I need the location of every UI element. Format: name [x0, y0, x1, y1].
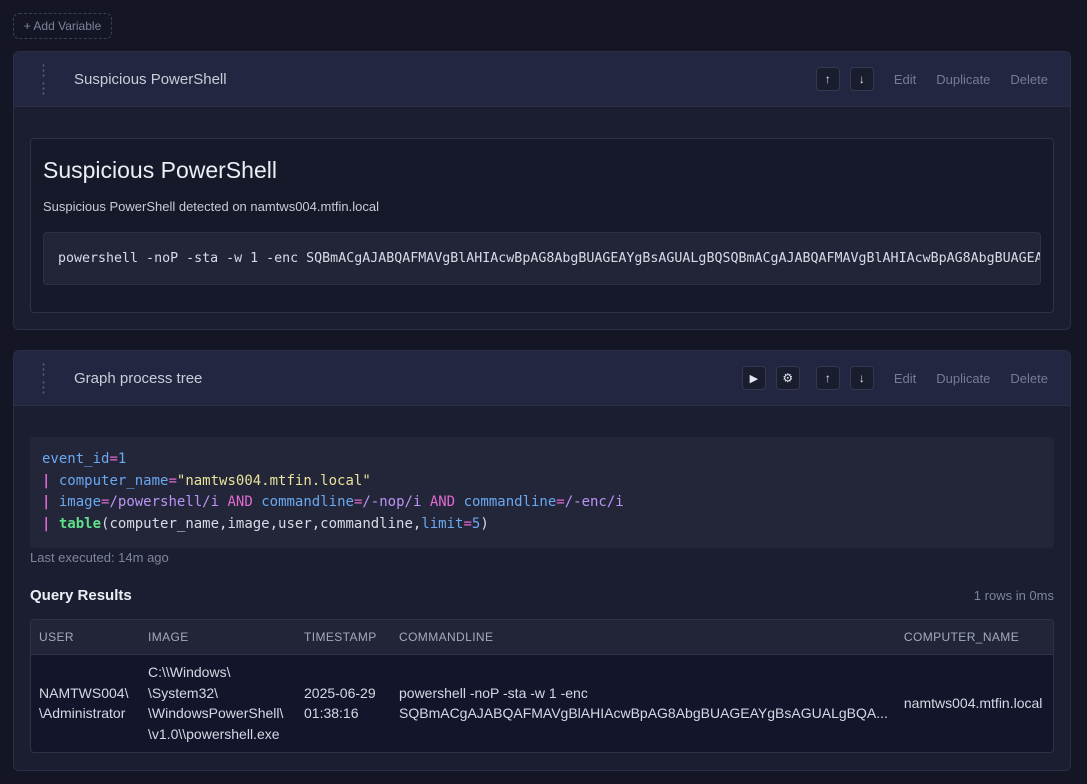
markdown-code-block: powershell -noP -sta -w 1 -enc SQBmACgAJ… [43, 232, 1041, 285]
move-down-button[interactable]: ↓ [849, 67, 874, 91]
markdown-heading: Suspicious PowerShell [43, 157, 277, 183]
column-header-commandline[interactable]: COMMANDLINE [391, 620, 896, 655]
query-token: (computer_name,image,user,commandline, [101, 515, 422, 532]
last-executed-text: Last executed: 14m ago [30, 550, 169, 565]
cell-line: SQBmACgAJABQAFMAVgBlAHIAcwBpAG8AbgBUAGEA… [399, 705, 888, 721]
table-header-row: USER IMAGE TIMESTAMP COMMANDLINE COMPUTE… [31, 620, 1053, 655]
query-token: "namtws004.mtfin.local" [176, 472, 371, 489]
query-token: AND [227, 494, 253, 510]
column-header-user[interactable]: USER [31, 620, 140, 655]
edit-button[interactable]: Edit [894, 72, 916, 87]
cell-commandline: powershell -noP -sta -w 1 -enc SQBmACgAJ… [391, 654, 896, 752]
cell-line: 01:38:16 [304, 705, 359, 721]
arrow-down-icon: ↓ [858, 72, 865, 86]
column-header-computer-name[interactable]: COMPUTER_NAME [895, 620, 1053, 655]
card-header: ⋮ ⋮ Graph process tree ▶ ⚙ ↑ ↓ Edit Dupl… [14, 351, 1070, 406]
drag-handle-icon[interactable]: ⋮ ⋮ [36, 360, 66, 396]
card-actions: ▶ ⚙ ↑ ↓ Edit Duplicate Delete [732, 351, 1048, 405]
query-token: | [42, 494, 51, 510]
cell-line: \System32\ [148, 684, 219, 701]
query-token: /-enc/i [564, 494, 624, 510]
cell-line: \v1.0\\powershell.exe [148, 725, 280, 742]
arrow-up-icon: ↑ [824, 72, 831, 86]
query-token: /-nop/i [362, 494, 422, 510]
arrow-up-icon: ↑ [824, 371, 831, 385]
duplicate-button[interactable]: Duplicate [936, 371, 990, 386]
query-token: table [58, 515, 102, 532]
card-actions: ↑ ↓ Edit Duplicate Delete [806, 52, 1048, 106]
query-token: commandline [463, 494, 557, 510]
query-token: | [42, 472, 51, 489]
markdown-card: ⋮ ⋮ Suspicious PowerShell ↑ ↓ Edit Dupli… [13, 51, 1071, 330]
column-header-timestamp[interactable]: TIMESTAMP [296, 620, 391, 655]
query-token: = [463, 515, 472, 532]
query-token: computer_name [58, 472, 169, 489]
query-token: event_id [42, 451, 110, 467]
query-token: limit [421, 515, 464, 532]
query-token: 1 [117, 451, 127, 467]
add-variable-button[interactable]: + Add Variable [13, 13, 112, 39]
query-editor[interactable]: event_id=1 | computer_name="namtws004.mt… [30, 437, 1054, 548]
query-token: = [556, 494, 565, 510]
markdown-paragraph: Suspicious PowerShell detected on namtws… [43, 199, 380, 214]
results-count: 1 rows in 0ms [973, 588, 1054, 603]
column-header-image[interactable]: IMAGE [140, 620, 296, 655]
query-token: /powershell/i [109, 494, 220, 510]
move-up-button[interactable]: ↑ [815, 366, 840, 390]
query-token: = [109, 451, 118, 467]
query-token: commandline [261, 494, 354, 510]
query-token: image [58, 494, 102, 510]
cell-line: \WindowsPowerShell\ [148, 705, 284, 721]
move-down-button[interactable]: ↓ [849, 366, 874, 390]
play-icon: ▶ [749, 372, 759, 385]
cell-computer-name: namtws004.mtfin.local [903, 694, 1043, 711]
query-token: ) [480, 515, 489, 532]
query-token: = [168, 472, 177, 489]
cell-user: NAMTWS004\ \Administrator [31, 654, 140, 752]
card-title: Suspicious PowerShell [74, 70, 227, 88]
settings-button[interactable]: ⚙ [775, 366, 800, 390]
cell-image: C:\\Windows\ \System32\ \WindowsPowerShe… [140, 654, 296, 752]
cell-line: \Administrator [39, 705, 126, 721]
query-card: ⋮ ⋮ Graph process tree ▶ ⚙ ↑ ↓ Edit Dupl… [13, 350, 1071, 771]
table-row[interactable]: NAMTWS004\ \Administrator C:\\Windows\ \… [31, 654, 1053, 752]
gear-icon: ⚙ [782, 371, 794, 385]
cell-line: C:\\Windows\ [148, 664, 231, 680]
delete-button[interactable]: Delete [1010, 371, 1048, 386]
card-title: Graph process tree [74, 369, 203, 387]
drag-handle-icon[interactable]: ⋮ ⋮ [36, 61, 66, 97]
delete-button[interactable]: Delete [1010, 72, 1048, 87]
query-token: | [42, 515, 51, 532]
results-table: USER IMAGE TIMESTAMP COMMANDLINE COMPUTE… [30, 619, 1054, 753]
query-token: AND [429, 494, 456, 510]
duplicate-button[interactable]: Duplicate [936, 72, 990, 87]
cell-timestamp: 2025-06-29 01:38:16 [296, 654, 391, 752]
cell-line: 2025-06-29 [304, 684, 376, 701]
move-up-button[interactable]: ↑ [815, 67, 840, 91]
run-query-button[interactable]: ▶ [741, 366, 766, 390]
card-header: ⋮ ⋮ Suspicious PowerShell ↑ ↓ Edit Dupli… [14, 52, 1070, 107]
cell-line: NAMTWS004\ [39, 684, 129, 701]
markdown-preview: Suspicious PowerShell Suspicious PowerSh… [30, 138, 1054, 313]
query-results-title: Query Results [30, 587, 132, 604]
cell-line: powershell -noP -sta -w 1 -enc [399, 684, 588, 701]
arrow-down-icon: ↓ [858, 371, 865, 385]
edit-button[interactable]: Edit [894, 371, 916, 386]
